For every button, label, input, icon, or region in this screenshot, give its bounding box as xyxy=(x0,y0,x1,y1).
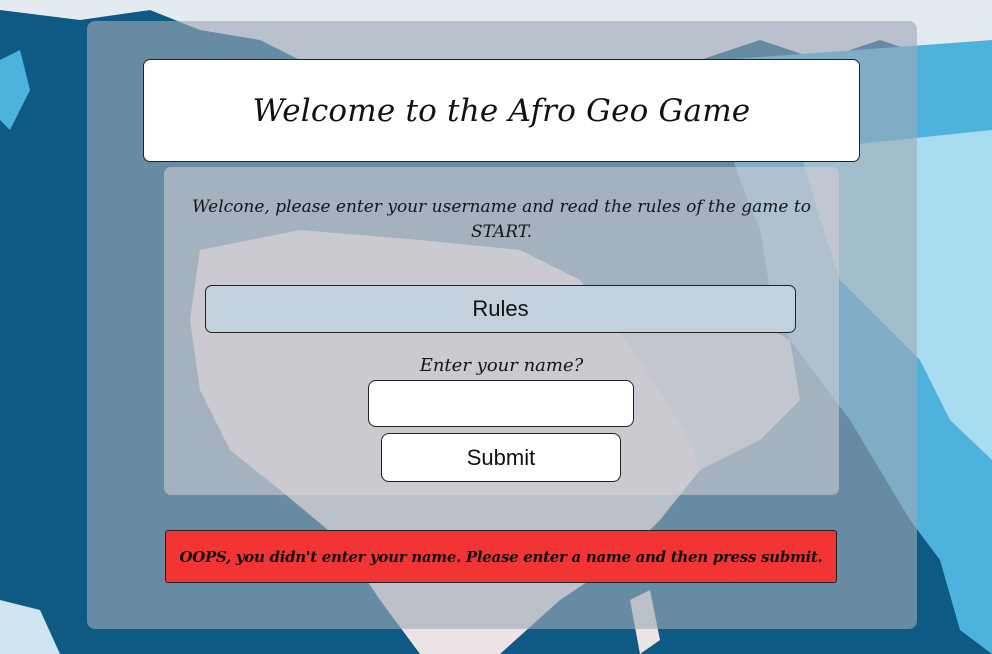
error-message-box: OOPS, you didn't enter your name. Please… xyxy=(165,530,837,583)
rules-button[interactable]: Rules xyxy=(205,285,796,333)
error-message: OOPS, you didn't enter your name. Please… xyxy=(179,547,823,566)
title-card: Welcome to the Afro Geo Game xyxy=(143,59,860,162)
name-input[interactable] xyxy=(368,380,634,427)
intro-text: Welcone, please enter your username and … xyxy=(192,197,811,242)
page-title: Welcome to the Afro Geo Game xyxy=(252,92,751,129)
submit-button[interactable]: Submit xyxy=(381,433,621,482)
name-label: Enter your name? xyxy=(419,355,584,376)
